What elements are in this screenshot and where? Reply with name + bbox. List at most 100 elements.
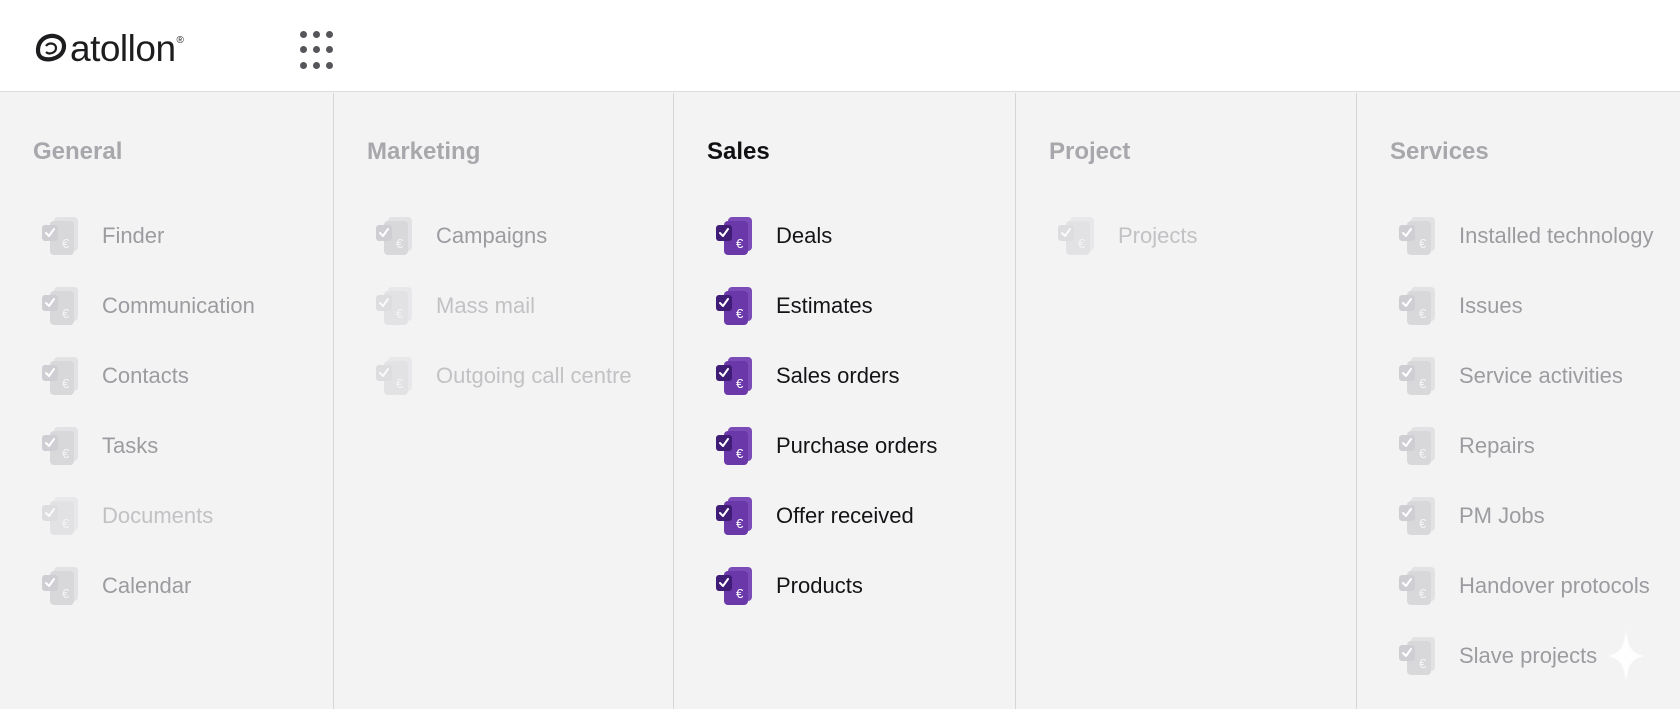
- svg-text:€: €: [62, 306, 70, 321]
- module-item-label: Finder: [102, 223, 165, 248]
- svg-text:€: €: [396, 376, 404, 391]
- module-item-mass-mail[interactable]: € Mass mail: [374, 271, 632, 341]
- module-item-label: Documents: [102, 503, 214, 528]
- module-list: € Installed technology € Issues € Service act…: [1397, 201, 1653, 691]
- app-module-icon: €: [374, 355, 416, 397]
- module-item-label: Communication: [102, 293, 255, 318]
- module-item-purchase-orders[interactable]: € Purchase orders: [714, 411, 937, 481]
- apps-grid-icon[interactable]: [300, 31, 340, 71]
- column-project: Project € Projects: [1016, 93, 1357, 709]
- column-title: General: [33, 138, 123, 165]
- module-item-label: Tasks: [102, 433, 159, 458]
- registered-mark: ®: [176, 35, 184, 46]
- module-item-campaigns[interactable]: € Campaigns: [374, 201, 632, 271]
- module-item-label: Service activities: [1459, 363, 1623, 388]
- module-item-label: Handover protocols: [1459, 573, 1650, 598]
- module-item-label: Campaigns: [436, 223, 548, 248]
- module-list: € Finder € Communication € Contacts € Tasks € Doc…: [40, 201, 255, 621]
- app-module-icon: €: [1397, 495, 1439, 537]
- app-module-icon: €: [1397, 285, 1439, 327]
- column-title: Sales: [707, 138, 770, 165]
- column-title: Project: [1049, 138, 1131, 165]
- svg-text:€: €: [1419, 376, 1427, 391]
- module-item-label: Deals: [776, 223, 833, 248]
- column-general: General € Finder € Communication € Contacts € Ta…: [0, 93, 334, 709]
- module-columns: General € Finder € Communication € Contacts € Ta…: [0, 93, 1680, 709]
- module-item-projects[interactable]: € Projects: [1056, 201, 1197, 271]
- svg-text:€: €: [62, 236, 70, 251]
- module-item-label: Outgoing call centre: [436, 363, 632, 388]
- app-module-icon: €: [40, 425, 82, 467]
- app-module-icon: €: [1397, 565, 1439, 607]
- module-item-estimates[interactable]: € Estimates: [714, 271, 937, 341]
- module-item-label: Projects: [1118, 223, 1198, 248]
- module-item-pm-jobs[interactable]: € PM Jobs: [1397, 481, 1653, 551]
- module-item-label: Installed technology: [1459, 223, 1654, 248]
- module-item-label: PM Jobs: [1459, 503, 1545, 528]
- module-item-offer-received[interactable]: € Offer received: [714, 481, 937, 551]
- app-module-icon: €: [40, 285, 82, 327]
- svg-text:€: €: [736, 376, 744, 391]
- top-bar: atollon ®: [0, 0, 1680, 92]
- module-item-products[interactable]: € Products: [714, 551, 937, 621]
- sales-module-icon: €: [714, 495, 756, 537]
- app-module-icon: €: [40, 355, 82, 397]
- module-item-finder[interactable]: € Finder: [40, 201, 255, 271]
- svg-text:€: €: [1419, 446, 1427, 461]
- app-module-icon: €: [40, 215, 82, 257]
- svg-text:€: €: [736, 586, 744, 601]
- app-module-icon: €: [40, 495, 82, 537]
- svg-text:€: €: [1419, 306, 1427, 321]
- module-item-communication[interactable]: € Communication: [40, 271, 255, 341]
- atollon-logo-mark-icon: [35, 33, 67, 62]
- svg-text:€: €: [62, 376, 70, 391]
- app-module-icon: €: [1397, 355, 1439, 397]
- module-item-label: Mass mail: [436, 293, 536, 318]
- app-module-icon: €: [40, 565, 82, 607]
- svg-text:€: €: [1419, 586, 1427, 601]
- module-item-label: Sales orders: [776, 363, 900, 388]
- module-item-sales-orders[interactable]: € Sales orders: [714, 341, 937, 411]
- svg-text:€: €: [736, 306, 744, 321]
- svg-text:€: €: [62, 516, 70, 531]
- column-title: Services: [1390, 138, 1489, 165]
- svg-text:€: €: [396, 236, 404, 251]
- module-item-label: Slave projects: [1459, 643, 1598, 668]
- module-item-repairs[interactable]: € Repairs: [1397, 411, 1653, 481]
- sales-module-icon: €: [714, 425, 756, 467]
- logo-wordmark: atollon: [70, 27, 176, 69]
- svg-text:€: €: [396, 306, 404, 321]
- module-item-label: Products: [776, 573, 863, 598]
- module-list: € Projects: [1056, 201, 1197, 271]
- module-item-deals[interactable]: € Deals: [714, 201, 937, 271]
- module-item-calendar[interactable]: € Calendar: [40, 551, 255, 621]
- sales-module-icon: €: [714, 355, 756, 397]
- module-item-label: Estimates: [776, 293, 873, 318]
- module-item-contacts[interactable]: € Contacts: [40, 341, 255, 411]
- svg-text:€: €: [1078, 236, 1086, 251]
- svg-text:€: €: [736, 446, 744, 461]
- svg-text:€: €: [1419, 516, 1427, 531]
- sparkle-icon: [1608, 630, 1644, 682]
- module-item-label: Purchase orders: [776, 433, 938, 458]
- module-item-label: Contacts: [102, 363, 189, 388]
- svg-text:€: €: [1419, 656, 1427, 671]
- module-item-documents[interactable]: € Documents: [40, 481, 255, 551]
- module-item-handover-protocols[interactable]: € Handover protocols: [1397, 551, 1653, 621]
- app-module-icon: €: [1397, 425, 1439, 467]
- app-module-icon: €: [1397, 215, 1439, 257]
- app-module-icon: €: [1397, 635, 1439, 677]
- svg-text:€: €: [62, 446, 70, 461]
- module-item-service-activities[interactable]: € Service activities: [1397, 341, 1653, 411]
- module-item-installed-technology[interactable]: € Installed technology: [1397, 201, 1653, 271]
- column-marketing: Marketing € Campaigns € Mass mail € Outgoing c…: [334, 93, 674, 709]
- app-module-icon: €: [1056, 215, 1098, 257]
- module-item-tasks[interactable]: € Tasks: [40, 411, 255, 481]
- module-item-label: Repairs: [1459, 433, 1535, 458]
- module-item-outgoing-call-centre[interactable]: € Outgoing call centre: [374, 341, 632, 411]
- svg-text:€: €: [736, 236, 744, 251]
- svg-text:€: €: [1419, 236, 1427, 251]
- module-item-issues[interactable]: € Issues: [1397, 271, 1653, 341]
- svg-text:€: €: [736, 516, 744, 531]
- atollon-logo[interactable]: atollon ®: [34, 28, 184, 68]
